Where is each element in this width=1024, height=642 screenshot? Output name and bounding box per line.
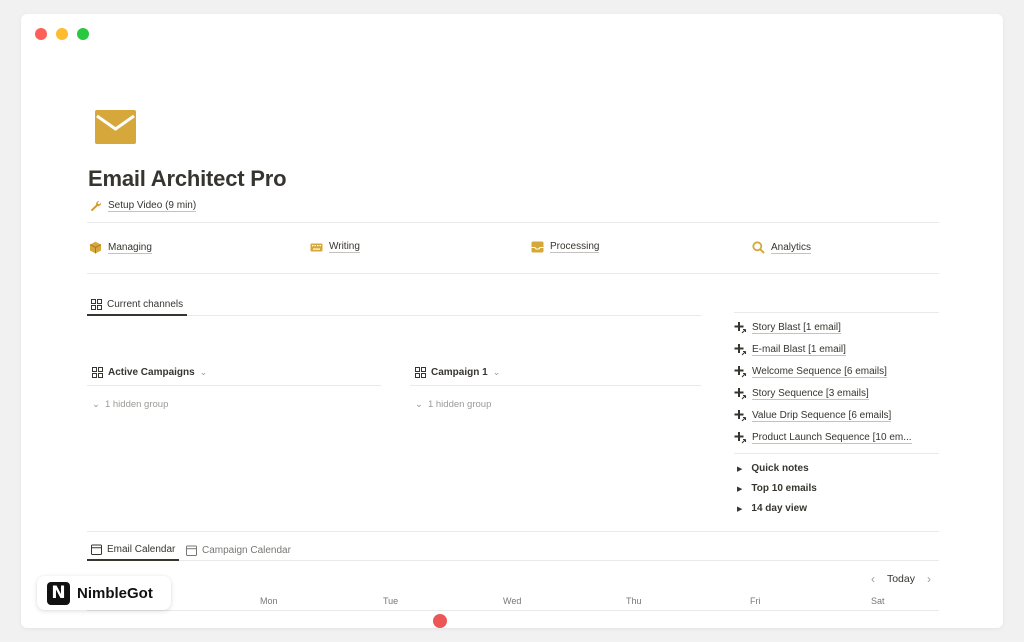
chevron-down-icon: ⌄ bbox=[492, 367, 501, 377]
calendar-icon bbox=[91, 544, 102, 555]
tab-current-channels-label: Current channels bbox=[107, 299, 184, 310]
calendar-tabbar: Email Calendar Campaign Calendar bbox=[87, 540, 939, 561]
sequence-link[interactable]: Story Sequence [3 emails] bbox=[734, 387, 869, 400]
minimize-window-button[interactable] bbox=[56, 28, 68, 40]
linked-page-icon bbox=[734, 410, 747, 422]
nav-processing[interactable]: Processing bbox=[531, 241, 600, 253]
setup-video-link[interactable]: Setup Video (9 min) bbox=[90, 200, 197, 212]
sequence-link-label: Story Sequence [3 emails] bbox=[752, 387, 869, 400]
app-window: Email Architect Pro Setup Video (9 min) … bbox=[21, 14, 1003, 628]
hidden-group-toggle[interactable]: ⌄ 1 hidden group bbox=[92, 399, 168, 410]
zoom-window-button[interactable] bbox=[77, 28, 89, 40]
nimblegot-text: NimbleGot bbox=[77, 584, 153, 602]
gallery-icon bbox=[415, 367, 426, 378]
sequence-link-label: E-mail Blast [1 email] bbox=[752, 343, 846, 356]
tab-campaign-calendar[interactable]: Campaign Calendar bbox=[182, 540, 295, 561]
sequence-link[interactable]: Welcome Sequence [6 emails] bbox=[734, 365, 887, 378]
window-controls bbox=[35, 28, 89, 40]
nav-writing[interactable]: Writing bbox=[310, 241, 360, 253]
nav-processing-label: Processing bbox=[550, 241, 600, 253]
hidden-group-label: 1 hidden group bbox=[427, 399, 492, 410]
divider bbox=[87, 273, 939, 274]
divider bbox=[87, 610, 939, 611]
board-campaign-1-header[interactable]: Campaign 1 ⌄ bbox=[415, 367, 500, 378]
chevron-right-icon[interactable]: › bbox=[927, 572, 931, 586]
nav-managing-label: Managing bbox=[108, 241, 152, 254]
toggle-top-10-emails[interactable]: ▶ Top 10 emails bbox=[737, 483, 817, 494]
envelope-icon bbox=[95, 110, 136, 144]
calendar-icon bbox=[186, 545, 197, 556]
day-header: Fri bbox=[750, 596, 761, 606]
linked-page-icon bbox=[734, 322, 747, 334]
board-title: Active Campaigns bbox=[108, 367, 195, 378]
nav-analytics[interactable]: Analytics bbox=[752, 241, 812, 254]
toggle-14-day-view[interactable]: ▶ 14 day view bbox=[737, 503, 807, 514]
hidden-group-toggle[interactable]: ⌄ 1 hidden group bbox=[415, 399, 491, 410]
linked-page-icon bbox=[734, 344, 747, 356]
divider bbox=[87, 531, 939, 532]
gallery-icon bbox=[92, 367, 103, 378]
nimblegot-badge: N NimbleGot bbox=[37, 576, 171, 610]
setup-video-label: Setup Video (9 min) bbox=[108, 200, 197, 212]
close-window-button[interactable] bbox=[35, 28, 47, 40]
channels-tabbar: Current channels bbox=[87, 295, 701, 316]
sequence-link[interactable]: Story Blast [1 email] bbox=[734, 321, 841, 334]
sequence-link[interactable]: Product Launch Sequence [10 em... bbox=[734, 431, 912, 444]
divider bbox=[734, 453, 939, 454]
sequence-link-label: Story Blast [1 email] bbox=[752, 321, 841, 334]
sequence-link-label: Value Drip Sequence [6 emails] bbox=[752, 409, 892, 422]
toggle-label: Top 10 emails bbox=[751, 483, 817, 494]
linked-page-icon bbox=[734, 366, 747, 378]
sequence-link-label: Product Launch Sequence [10 em... bbox=[752, 431, 912, 444]
chevron-down-icon: ⌄ bbox=[92, 399, 100, 410]
sequence-link[interactable]: Value Drip Sequence [6 emails] bbox=[734, 409, 892, 422]
day-header: Tue bbox=[383, 596, 399, 606]
tab-label: Email Calendar bbox=[107, 544, 176, 555]
magnifier-icon bbox=[752, 241, 765, 254]
triangle-right-icon: ▶ bbox=[737, 465, 743, 473]
toggle-label: Quick notes bbox=[751, 463, 809, 474]
page-title: Email Architect Pro bbox=[88, 166, 287, 191]
divider bbox=[87, 222, 939, 223]
board-title: Campaign 1 bbox=[431, 367, 488, 378]
triangle-right-icon: ▶ bbox=[737, 485, 743, 493]
chevron-down-icon: ⌄ bbox=[415, 399, 423, 410]
chevron-down-icon: ⌄ bbox=[199, 367, 208, 377]
today-button[interactable]: Today bbox=[887, 573, 915, 585]
hidden-group-label: 1 hidden group bbox=[104, 399, 169, 410]
divider bbox=[87, 385, 381, 386]
tab-label: Campaign Calendar bbox=[202, 545, 291, 556]
chevron-left-icon[interactable]: ‹ bbox=[871, 572, 875, 586]
wrench-icon bbox=[91, 201, 102, 212]
inbox-icon bbox=[531, 241, 544, 253]
section-nav: Managing Writing Processing Analytics bbox=[89, 241, 939, 259]
sequence-link[interactable]: E-mail Blast [1 email] bbox=[734, 343, 846, 356]
day-header: Sat bbox=[871, 596, 885, 606]
gallery-icon bbox=[91, 299, 102, 310]
toggle-quick-notes[interactable]: ▶ Quick notes bbox=[737, 463, 809, 474]
keyboard-icon bbox=[310, 243, 323, 251]
sequence-link-label: Welcome Sequence [6 emails] bbox=[752, 365, 887, 378]
divider bbox=[734, 312, 939, 313]
divider bbox=[410, 385, 701, 386]
today-marker bbox=[433, 614, 447, 628]
tab-current-channels[interactable]: Current channels bbox=[87, 295, 188, 316]
calendar-nav: ‹ Today › bbox=[871, 572, 931, 586]
day-header: Mon bbox=[260, 596, 278, 606]
tab-email-calendar[interactable]: Email Calendar bbox=[87, 540, 180, 561]
board-active-campaigns-header[interactable]: Active Campaigns ⌄ bbox=[92, 367, 207, 378]
linked-page-icon bbox=[734, 388, 747, 400]
linked-page-icon bbox=[734, 432, 747, 444]
nav-writing-label: Writing bbox=[329, 241, 360, 253]
nav-managing[interactable]: Managing bbox=[89, 241, 152, 254]
triangle-right-icon: ▶ bbox=[737, 505, 743, 513]
toggle-label: 14 day view bbox=[751, 503, 807, 514]
day-header: Wed bbox=[503, 596, 522, 606]
nimblegot-logo: N bbox=[47, 581, 70, 605]
box-icon bbox=[89, 241, 102, 254]
nav-analytics-label: Analytics bbox=[771, 241, 812, 254]
day-header: Thu bbox=[626, 596, 642, 606]
